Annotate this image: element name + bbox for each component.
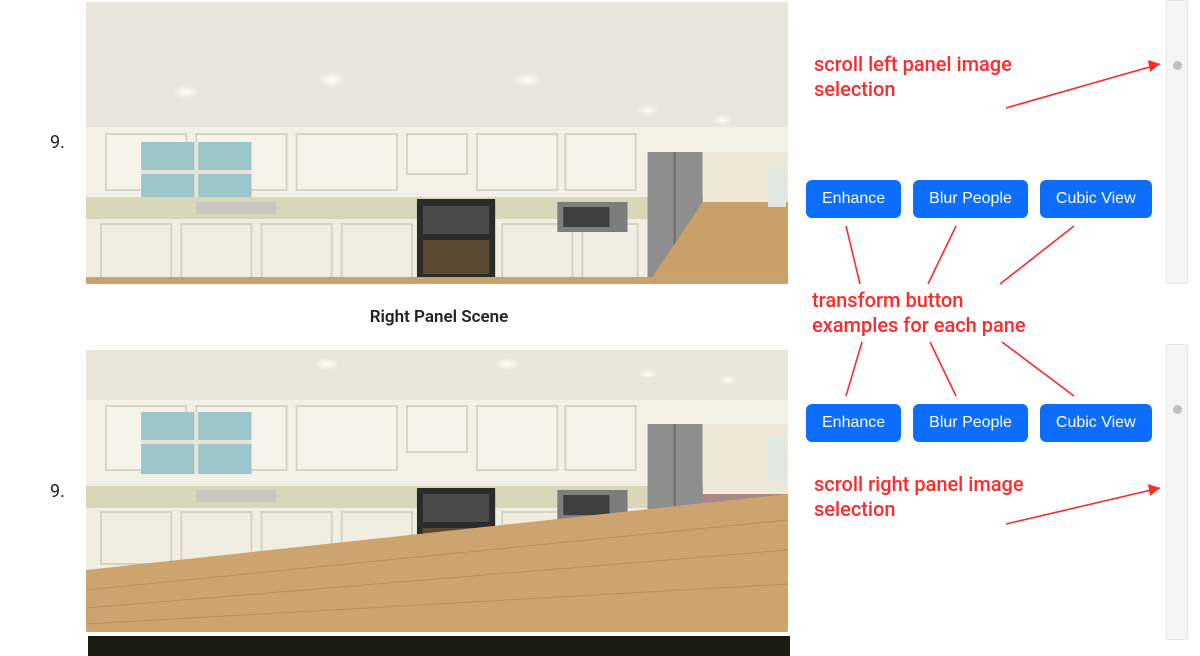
panel-row-top: 9. [50, 0, 788, 285]
cubic-view-button-top[interactable]: Cubic View [1040, 180, 1152, 218]
cubic-view-button-bottom[interactable]: Cubic View [1040, 404, 1152, 442]
annotation-scroll-left: scroll left panel image selection [814, 52, 1134, 102]
row-index-bottom: 9. [50, 481, 86, 502]
panorama-image-bottom[interactable] [86, 350, 788, 632]
annotation-transform: transform button examples for each pane [812, 288, 1112, 338]
divider-label: Right Panel Scene [88, 296, 790, 338]
panorama-image-top[interactable] [86, 2, 788, 284]
scroll-thumb-icon[interactable] [1173, 61, 1182, 70]
scroll-thumb-icon[interactable] [1173, 405, 1182, 414]
blur-people-button-bottom[interactable]: Blur People [913, 404, 1028, 442]
next-panorama-peek [88, 636, 790, 656]
panel-row-bottom: 9. [50, 342, 788, 640]
blur-people-button-top[interactable]: Blur People [913, 180, 1028, 218]
transform-buttons-bottom: Enhance Blur People Cubic View [806, 404, 1152, 442]
enhance-button-top[interactable]: Enhance [806, 180, 901, 218]
annotation-scroll-right: scroll right panel image selection [814, 472, 1134, 522]
left-panel-scrollbar[interactable] [1166, 0, 1188, 284]
enhance-button-bottom[interactable]: Enhance [806, 404, 901, 442]
right-panel-scrollbar[interactable] [1166, 344, 1188, 640]
row-index-top: 9. [50, 132, 86, 153]
transform-buttons-top: Enhance Blur People Cubic View [806, 180, 1152, 218]
